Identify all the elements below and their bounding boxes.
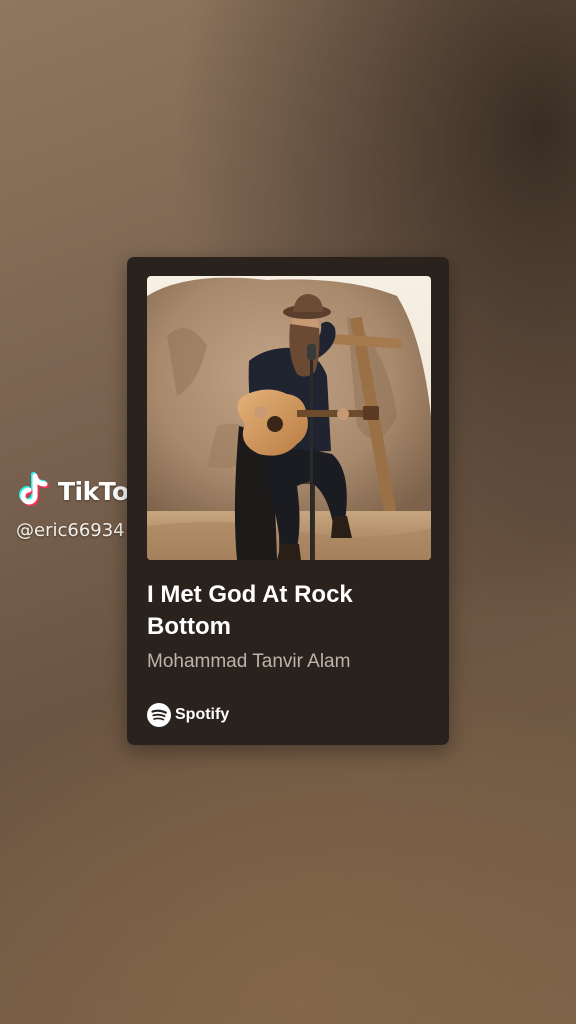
tiktok-logo-icon xyxy=(19,472,49,506)
spotify-branding[interactable]: Spotify xyxy=(147,703,229,727)
song-title: I Met God At Rock Bottom xyxy=(147,581,353,640)
spotify-label: Spotify xyxy=(175,706,230,723)
album-art-image xyxy=(147,276,431,560)
artist-name: Mohammad Tanvir Alam xyxy=(147,651,351,672)
spotify-logo-icon xyxy=(147,703,171,727)
spotify-share-card[interactable]: I Met God At Rock Bottom Mohammad Tanvir… xyxy=(127,257,449,745)
